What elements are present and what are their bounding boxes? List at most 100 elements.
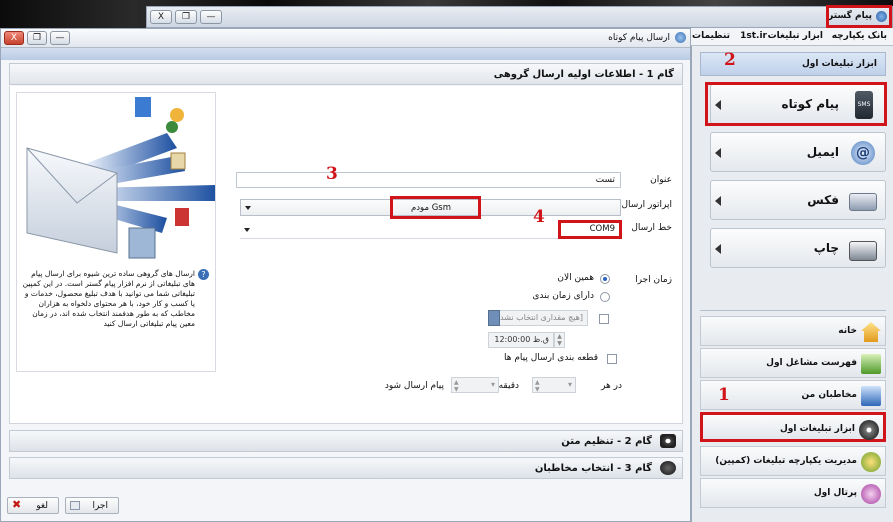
send-label: پیام ارسال شود [384,381,444,391]
step1-panel: ? ارسال های گروهی ساده ترین شیوه برای ار… [9,86,683,424]
main-title-bar: X ❐ — پیام گستر [146,6,893,28]
child-minimize-button[interactable]: — [50,31,70,45]
envelope-illustration [26,97,217,259]
nav-business-list[interactable]: فهرست مشاغل اول [700,348,886,378]
time-value: 12:00:00 [494,335,531,344]
annotation-box-sms [705,82,887,126]
illustration-panel: ? ارسال های گروهی ساده ترین شیوه برای ار… [16,92,217,372]
business-list-icon [861,354,881,374]
cancel-label: لغو [36,501,48,511]
step2-bar[interactable]: گام 2 - تنظیم متن [9,430,683,452]
step1-header[interactable]: گام 1 - اطلاعات اولیه ارسال گروهی [9,63,683,85]
title-input[interactable]: تست [236,172,621,188]
main-minimize-button[interactable]: — [200,10,222,24]
annotation-box-app-title [826,5,892,28]
email-icon: @ [851,141,875,165]
exec-time-label: زمان اجرا [635,275,672,285]
nav-home-label: خانه [838,326,857,336]
every-label: در هر [601,381,622,391]
nav-portal-label: پرتال اول [813,488,857,498]
fax-icon [849,193,877,211]
annotation-number-2: 2 [724,50,736,70]
tool-email-label: ایمیل [806,145,839,159]
title-label: عنوان [650,175,672,185]
annotation-number-3: 3 [326,164,338,184]
sms-send-window: X ❐ — ارسال پیام کوتاه گام 1 - اطلاعات ا… [0,28,691,522]
schedule-select-value: [هیچ مقداری انتخاب نشد] [496,313,583,322]
home-icon [861,322,881,342]
child-title-bar: X ❐ — ارسال پیام کوتاه [1,29,690,48]
building-icon [128,227,156,259]
main-restore-button[interactable]: ❐ [175,10,197,24]
chevron-down-icon: ▾ [490,380,495,389]
menu-bar: بانک یکپارچه ابزار تبلیغات 1st.ir تنظیما… [691,28,893,46]
campaign-icon [861,452,881,472]
nav-ad-tools[interactable]: ابزار تبلیغات اول [700,412,886,442]
note-icon [170,152,186,170]
spinner-arrows-icon: ▲ ▼ [535,379,540,393]
radio-now-label: همین الان [557,273,594,283]
tool-fax-label: فکس [807,193,839,207]
menu-item-bank[interactable]: بانک یکپارچه [832,31,887,41]
book-red-icon [175,208,189,226]
annotation-number-1: 1 [718,385,730,405]
tool-fax-button[interactable]: فکس [710,180,886,220]
child-restore-button[interactable]: ❐ [27,31,47,45]
arrow-left-icon [715,196,721,206]
radio-scheduled[interactable] [600,292,610,302]
portal-icon [861,484,881,504]
header-band [1,48,690,60]
execute-label: اجرا [92,501,108,511]
datetime-input[interactable]: ق.ظ 12:00:00 [488,332,554,348]
every-spinner[interactable]: ▲ ▼ ▾ [532,377,576,393]
tool-print-button[interactable]: چاپ [710,228,886,268]
child-close-button[interactable]: X [4,31,24,45]
gears-icon [660,434,676,448]
nav-contacts-label: مخاطبان من [801,390,857,400]
schedule-checkbox[interactable] [599,314,609,324]
right-panel: ابزار تبلیغات اول پیام کوتاه SMS ایمیل @… [691,46,893,522]
help-text: ارسال های گروهی ساده ترین شیوه برای ارسا… [22,269,195,328]
minute-spinner[interactable]: ▲ ▼ ▾ [451,377,499,393]
minute-label: دقیقه [498,381,519,391]
step3-bar[interactable]: گام 3 - انتخاب مخاطبان [9,457,683,479]
step1-title: گام 1 - اطلاعات اولیه ارسال گروهی [493,69,674,80]
nav-portal[interactable]: پرتال اول [700,478,886,508]
radio-scheduled-label: دارای زمان بندی [532,291,594,301]
chevron-down-icon [244,228,250,232]
person-icon [170,108,184,122]
menu-item-ad-tools[interactable]: ابزار تبلیغات [768,31,823,41]
date-prefix: ق.ظ [532,335,549,344]
nav-ad-tools-label: ابزار تبلیغات اول [780,424,855,434]
sms-window-icon [675,32,686,43]
schedule-select[interactable]: [هیچ مقداری انتخاب نشد] [488,310,588,326]
annotation-number-4: 4 [533,207,545,227]
execute-button[interactable]: اجرا [65,497,119,514]
tools-header-title: ابزار تبلیغات اول [802,59,877,69]
chevron-down-icon: ▾ [567,380,572,389]
contacts-icon [861,386,881,406]
line-label: خط ارسال [631,223,672,233]
printer-icon [849,241,877,261]
time-spinner[interactable]: ▲ ▼ [554,332,565,348]
cancel-button[interactable]: ✖ لغو [7,497,59,514]
window-icon [70,501,80,510]
chevron-down-icon [488,310,500,326]
nav-home[interactable]: خانه [700,316,886,346]
annotation-box-line [558,220,622,239]
splitter[interactable] [700,310,886,314]
contacts-search-icon [660,461,676,475]
menu-item-1st[interactable]: 1st.ir [740,31,767,41]
chunk-checkbox[interactable] [607,354,617,364]
menu-item-settings[interactable]: تنظیمات [692,31,730,41]
main-close-button[interactable]: X [150,10,172,24]
tool-email-button[interactable]: ایمیل @ [710,132,886,172]
nav-business-list-label: فهرست مشاغل اول [766,358,857,368]
nav-campaign[interactable]: مدیریت یکپارچه تبلیغات (کمپین) [700,446,886,476]
radio-now[interactable] [600,274,610,284]
chunk-label: قطعه بندی ارسال پیام ها [504,353,598,363]
arrow-left-icon [715,148,721,158]
advertising-tools-icon [859,420,879,440]
operator-label: اپراتور ارسال [621,200,672,210]
arrow-left-icon [715,244,721,254]
